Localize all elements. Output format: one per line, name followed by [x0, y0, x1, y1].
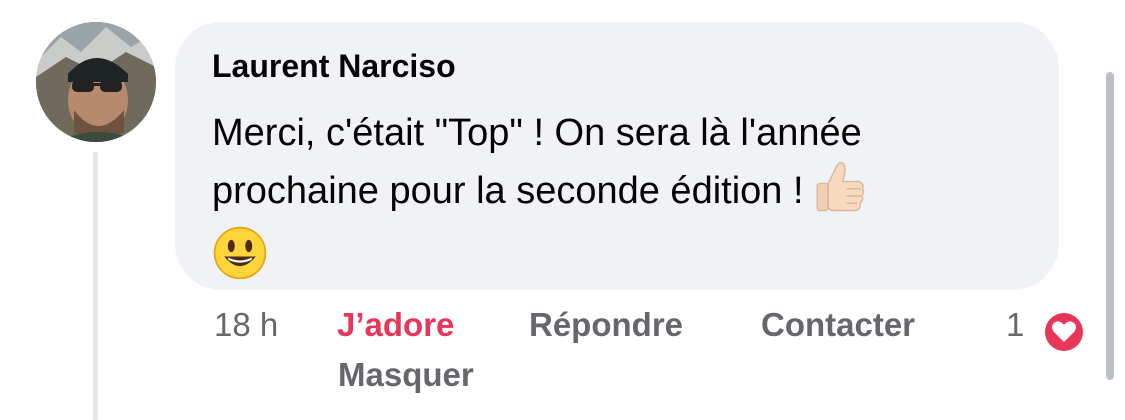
heart-reaction-badge[interactable] — [1040, 308, 1088, 356]
comment-thread: Laurent Narciso Merci, c'était "Top" ! O… — [0, 0, 1125, 420]
author-avatar[interactable] — [36, 22, 156, 142]
avatar-photo-icon — [36, 22, 156, 142]
heart-icon — [1042, 310, 1086, 354]
comment-bubble: Laurent Narciso Merci, c'était "Top" ! O… — [175, 22, 1059, 290]
comment-text: Merci, c'était "Top" ! On sera là l'anné… — [212, 104, 1032, 281]
scrollbar[interactable] — [1106, 72, 1114, 380]
comment-text-line-2: prochaine pour la seconde édition ! — [212, 161, 1032, 222]
reaction-count[interactable]: 1 — [1006, 306, 1024, 344]
hide-button[interactable]: Masquer — [338, 356, 474, 406]
comment-author-name[interactable]: Laurent Narciso — [212, 48, 456, 85]
comment-text-line-1: Merci, c'était "Top" ! On sera là l'anné… — [212, 112, 862, 154]
comment-text-line-2-text: prochaine pour la seconde édition ! — [212, 170, 804, 212]
love-reaction-button[interactable]: J’adore — [337, 306, 454, 356]
contact-button[interactable]: Contacter — [761, 306, 915, 356]
comment-timestamp[interactable]: 18 h — [214, 306, 278, 356]
reply-button[interactable]: Répondre — [529, 306, 683, 356]
smiley-face-icon — [213, 226, 267, 280]
thumbs-up-icon — [816, 161, 864, 212]
comment-text-line-3 — [212, 222, 1032, 281]
thread-connector-line — [93, 152, 98, 420]
